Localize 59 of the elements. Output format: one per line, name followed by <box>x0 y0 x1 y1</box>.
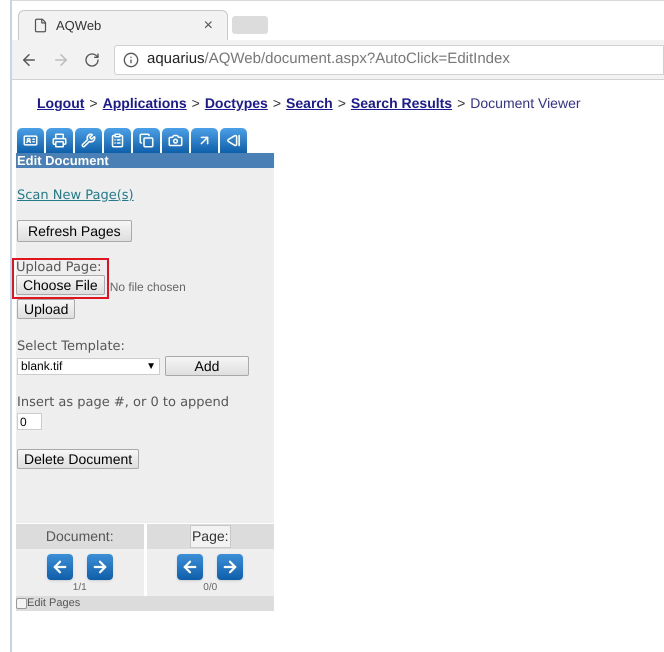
printer-icon <box>52 133 67 148</box>
scan-link[interactable]: Scan New Page(s) <box>17 188 134 203</box>
toolbar-button[interactable] <box>191 128 218 153</box>
breadcrumb-link[interactable]: Doctypes <box>204 93 268 114</box>
right-arrow-icon <box>90 558 109 576</box>
next-button[interactable] <box>217 554 244 580</box>
right-arrow-icon <box>221 558 240 576</box>
refresh-button[interactable]: Refresh Pages <box>17 220 132 242</box>
navigator-counter: 0/0 <box>202 580 218 594</box>
breadcrumb-separator: > <box>338 94 346 113</box>
close-icon[interactable]: × <box>204 14 213 38</box>
page-number-field[interactable]: 0 <box>17 413 42 430</box>
breadcrumb-separator: > <box>457 94 466 113</box>
page-icon <box>33 18 48 33</box>
file-status: No file chosen <box>110 279 186 296</box>
upload-label: Upload Page: <box>16 260 102 275</box>
delete-button[interactable]: Delete Document <box>17 449 140 469</box>
breadcrumb-link[interactable]: Search <box>286 93 333 114</box>
next-button[interactable] <box>86 554 113 580</box>
wrench-icon <box>81 133 96 148</box>
toolbar-button[interactable] <box>133 128 160 153</box>
copy-icon <box>139 133 154 148</box>
previous-button[interactable] <box>46 554 73 580</box>
reload-icon[interactable] <box>84 52 100 68</box>
browser-tab[interactable]: AQWeb × <box>18 10 228 40</box>
breadcrumb-current: Document Viewer <box>470 94 581 113</box>
toolbar-button[interactable] <box>75 128 102 153</box>
address-bar[interactable]: aquarius/AQWeb/document.aspx?AutoClick=EditIndex <box>114 44 664 74</box>
navigator-counter: 1/1 <box>72 580 88 594</box>
toolbar-button[interactable] <box>220 128 247 153</box>
breadcrumb-separator: > <box>89 94 98 113</box>
clipboard-icon <box>110 133 125 148</box>
breadcrumb-separator: > <box>192 94 200 113</box>
toolbar-button[interactable] <box>104 128 131 153</box>
add-button[interactable]: Add <box>165 356 249 376</box>
upload-button[interactable]: Upload <box>17 299 76 319</box>
toolbar-button[interactable] <box>162 128 189 153</box>
insert-label: Insert as page #, or 0 to append <box>16 394 230 412</box>
breadcrumb-link[interactable]: Logout <box>37 93 84 114</box>
id-card-icon <box>23 133 38 148</box>
toolbar-button[interactable] <box>17 128 44 153</box>
toolbar-button[interactable] <box>46 128 73 153</box>
breadcrumb-separator: > <box>272 94 282 113</box>
edit-pages-checkbox[interactable] <box>16 598 27 608</box>
choose-file-button[interactable]: Choose File <box>16 275 105 295</box>
navigator-heading[interactable]: Page: <box>190 524 231 548</box>
skip-back-icon <box>226 133 241 148</box>
previous-button[interactable] <box>177 554 204 580</box>
url-text: aquarius/AQWeb/document.aspx?AutoClick=EditIndex <box>147 49 510 70</box>
breadcrumb-link[interactable]: Applications <box>102 93 187 114</box>
template-label: Select Template: <box>16 338 126 356</box>
breadcrumb-link[interactable]: Search Results <box>350 93 452 114</box>
info-icon <box>123 52 139 68</box>
tab-title: AQWeb <box>56 16 102 35</box>
camera-icon <box>168 133 183 148</box>
panel-header: Edit Document <box>16 153 274 168</box>
navigator-heading: Document: <box>46 526 114 546</box>
template-select[interactable]: blank.tif ▼ <box>17 358 160 374</box>
edit-pages-label: Edit Pages <box>27 596 80 611</box>
